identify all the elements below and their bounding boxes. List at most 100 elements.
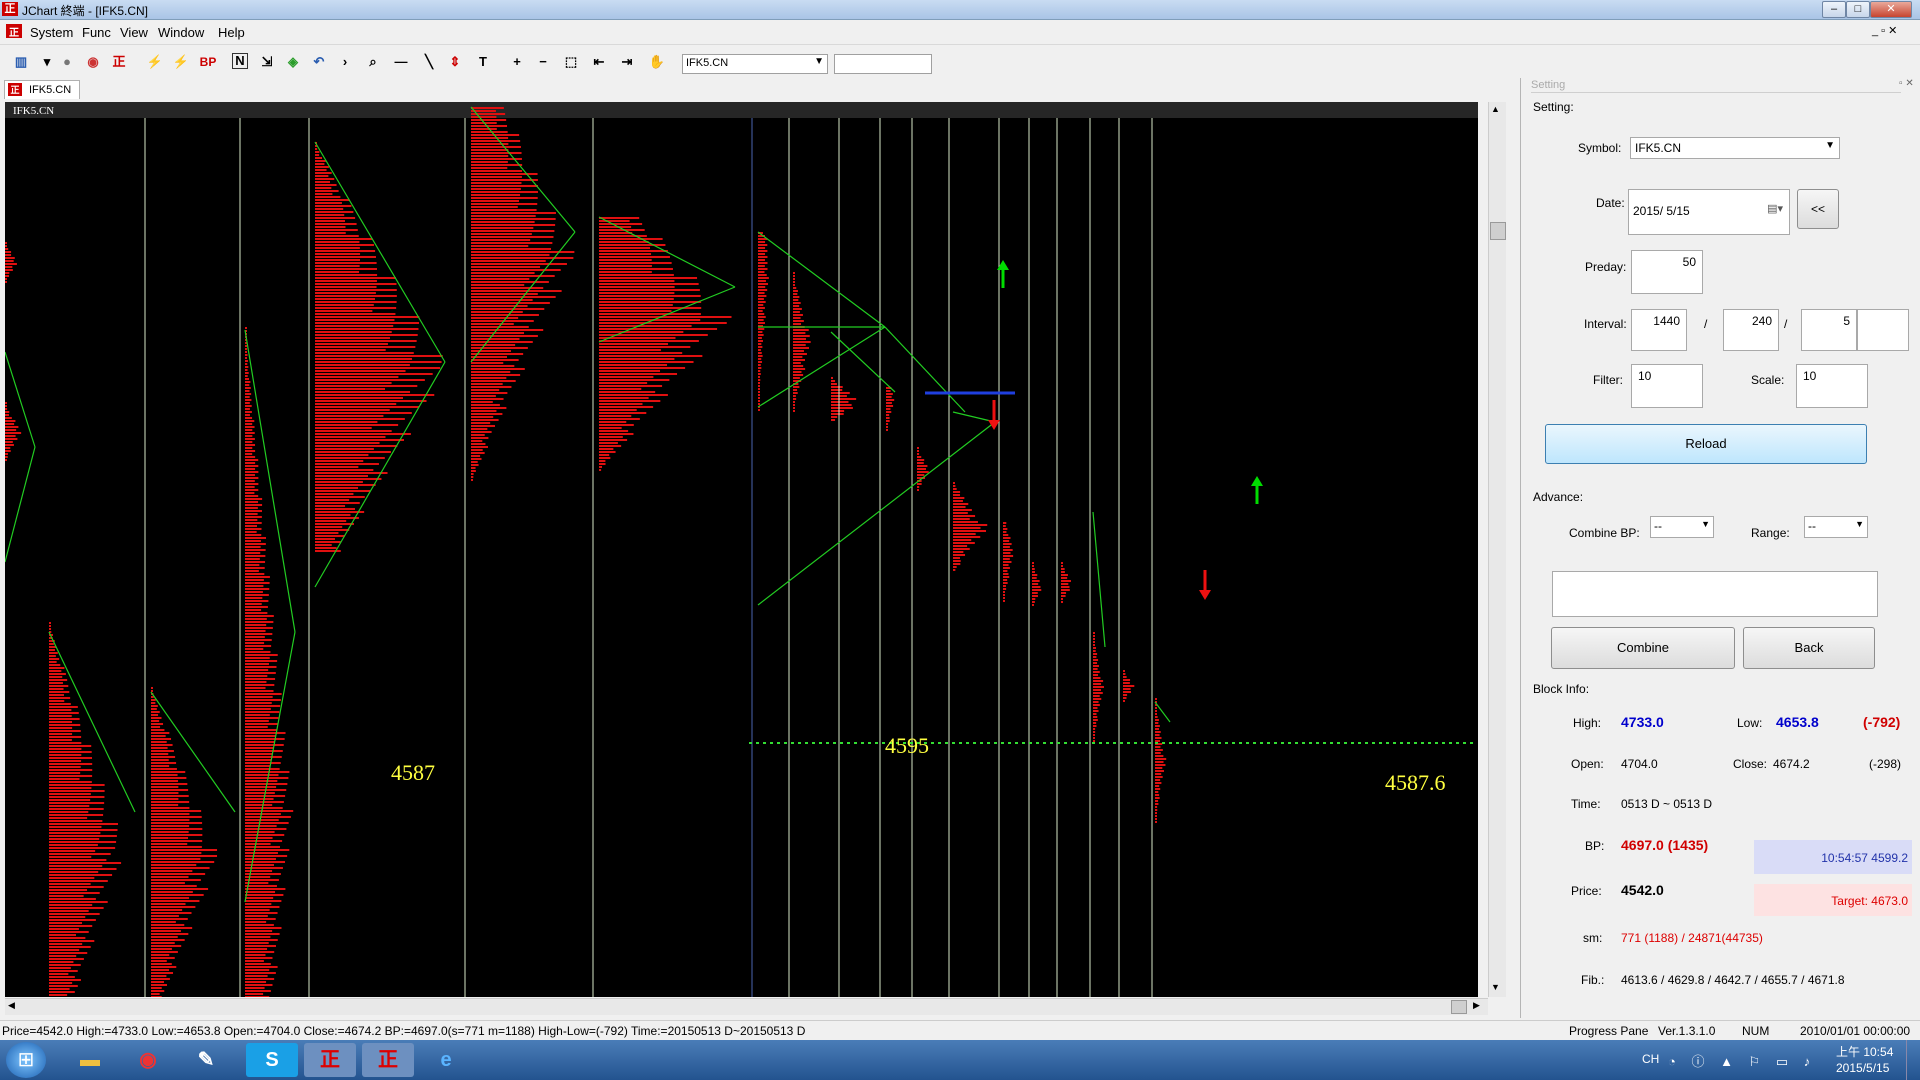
combine-button[interactable]: Combine	[1551, 627, 1735, 669]
text-icon[interactable]: T	[474, 53, 492, 71]
zoom-icon[interactable]: ⌕	[364, 53, 382, 71]
profile-row	[1155, 803, 1159, 805]
profile-row	[1123, 673, 1126, 675]
dropdown-icon[interactable]: ▾	[38, 53, 56, 71]
profile-row	[953, 509, 972, 511]
scroll-left-icon[interactable]: ⇤	[590, 53, 608, 71]
n-icon[interactable]: N	[232, 53, 248, 69]
level-label-4587-6: 4587.6	[1385, 770, 1446, 795]
profile-row	[5, 257, 15, 259]
scale-input[interactable]: 10	[1796, 364, 1868, 408]
profile-row	[471, 137, 509, 139]
profile-row	[245, 561, 266, 563]
interval-input-2[interactable]: 240	[1723, 309, 1779, 351]
start-button-icon[interactable]: ⊞	[6, 1042, 46, 1078]
profile-row	[49, 874, 113, 876]
scroll-right-icon[interactable]: ⇥	[618, 53, 636, 71]
jchart-task-icon-1[interactable]: 正	[304, 1043, 356, 1077]
profile-row	[1003, 546, 1010, 548]
database-icon[interactable]: ◉	[84, 53, 102, 71]
profile-row	[151, 744, 173, 746]
chart-type-icon[interactable]: ▥	[12, 53, 30, 71]
date-picker[interactable]: 2015/ 5/15 ▤▾	[1628, 189, 1790, 235]
hline-icon[interactable]: —	[392, 53, 410, 71]
hscroll-thumb[interactable]	[1451, 1000, 1467, 1014]
close-icon[interactable]: ✕	[1870, 1, 1912, 18]
show-desktop-button[interactable]	[1906, 1040, 1920, 1080]
jchart-task-icon-2[interactable]: 正	[362, 1043, 414, 1077]
scroll-right-arrow-icon[interactable]: ▶	[1473, 1000, 1480, 1011]
tab-ifk5[interactable]: 正 IFK5.CN	[4, 80, 80, 99]
maximize-icon[interactable]: □	[1846, 1, 1870, 18]
select-rect-icon[interactable]: ⬚	[562, 53, 580, 71]
menu-system[interactable]: System	[30, 25, 73, 40]
ime-indicator[interactable]: CH	[1642, 1052, 1659, 1066]
profile-row	[245, 513, 258, 515]
profile-row	[471, 410, 497, 412]
horizontal-scrollbar[interactable]: ◀ ▶	[5, 998, 1488, 1015]
cursor-icon[interactable]: ⇲	[258, 53, 276, 71]
panel-close-icon[interactable]: ▫ ✕	[1899, 78, 1914, 89]
undo-icon[interactable]: ↶	[310, 53, 328, 71]
menu-view[interactable]: View	[120, 25, 148, 40]
profile-row	[471, 146, 521, 148]
tray-icons[interactable]: ◔ ⓘ ▲ ⚐ ▭ ♪	[1668, 1051, 1816, 1070]
filter-input[interactable]: 10	[1631, 364, 1703, 408]
menu-window[interactable]: Window	[158, 25, 204, 40]
hand-icon[interactable]: ✋	[648, 53, 666, 71]
profile-row	[1032, 580, 1040, 582]
menu-help[interactable]: Help	[218, 25, 245, 40]
record-icon[interactable]: ●	[58, 53, 76, 71]
vertical-scrollbar[interactable]: ▲ ▼	[1488, 102, 1506, 997]
profile-row	[758, 313, 765, 315]
calendar-icon[interactable]: ▤▾	[1767, 202, 1783, 215]
profile-row	[315, 373, 433, 375]
skype-icon[interactable]: S	[246, 1043, 298, 1077]
range-select[interactable]: -- ▼	[1804, 516, 1868, 538]
notepad-icon[interactable]: ✎	[180, 1043, 232, 1077]
zoom-out-icon[interactable]: −	[534, 53, 552, 71]
toolbar-text-input[interactable]	[834, 54, 932, 74]
lightning-yellow-icon[interactable]: ⚡	[146, 53, 164, 71]
profile-row	[758, 334, 764, 336]
profile-row	[886, 414, 890, 416]
profile-row	[151, 867, 210, 869]
scroll-down-icon[interactable]: ▼	[1491, 982, 1500, 992]
symbol-combo[interactable]: IFK5.CN ▼	[682, 54, 828, 74]
diagonal-line-icon[interactable]: ╲	[420, 53, 438, 71]
combine-text-input[interactable]	[1552, 571, 1878, 617]
chrome-icon[interactable]: ◉	[122, 1043, 174, 1077]
updown-arrow-icon[interactable]: ⇕	[446, 53, 464, 71]
ie-icon[interactable]: e	[420, 1043, 472, 1077]
date-back-button[interactable]: <<	[1797, 189, 1839, 229]
scroll-left-arrow-icon[interactable]: ◀	[8, 1000, 15, 1011]
bp-button[interactable]: BP	[196, 53, 220, 71]
profile-row	[5, 275, 10, 277]
preday-input[interactable]: 50	[1631, 250, 1703, 294]
profile-row	[5, 420, 16, 422]
reload-button[interactable]: Reload	[1545, 424, 1867, 464]
interval-input-4[interactable]	[1857, 309, 1909, 351]
profile-row	[151, 723, 164, 725]
jchart-icon[interactable]: 正	[110, 53, 128, 71]
profile-row	[315, 223, 357, 225]
symbol-select[interactable]: IFK5.CN ▼	[1630, 137, 1840, 159]
scroll-up-icon[interactable]: ▲	[1491, 104, 1500, 114]
interval-input-1[interactable]: 1440	[1631, 309, 1687, 351]
forward-icon[interactable]: ›	[336, 53, 354, 71]
interval-input-3[interactable]: 5	[1801, 309, 1857, 351]
back-button[interactable]: Back	[1743, 627, 1875, 669]
profile-row	[151, 780, 179, 782]
lightning-red-icon[interactable]: ⚡	[172, 53, 190, 71]
zoom-in-icon[interactable]: +	[508, 53, 526, 71]
chevron-down-icon: ▼	[1855, 519, 1864, 529]
vscroll-thumb[interactable]	[1490, 222, 1506, 240]
minimize-icon[interactable]: –	[1822, 1, 1846, 18]
profile-row	[151, 948, 172, 950]
explorer-icon[interactable]: ▬	[64, 1043, 116, 1077]
layers-icon[interactable]: ◈	[284, 53, 302, 71]
combine-bp-select[interactable]: -- ▼	[1650, 516, 1714, 538]
menu-func[interactable]: Func	[82, 25, 111, 40]
profile-row	[471, 473, 474, 475]
mdi-window-controls[interactable]: _ ▫ ✕	[1872, 24, 1897, 37]
